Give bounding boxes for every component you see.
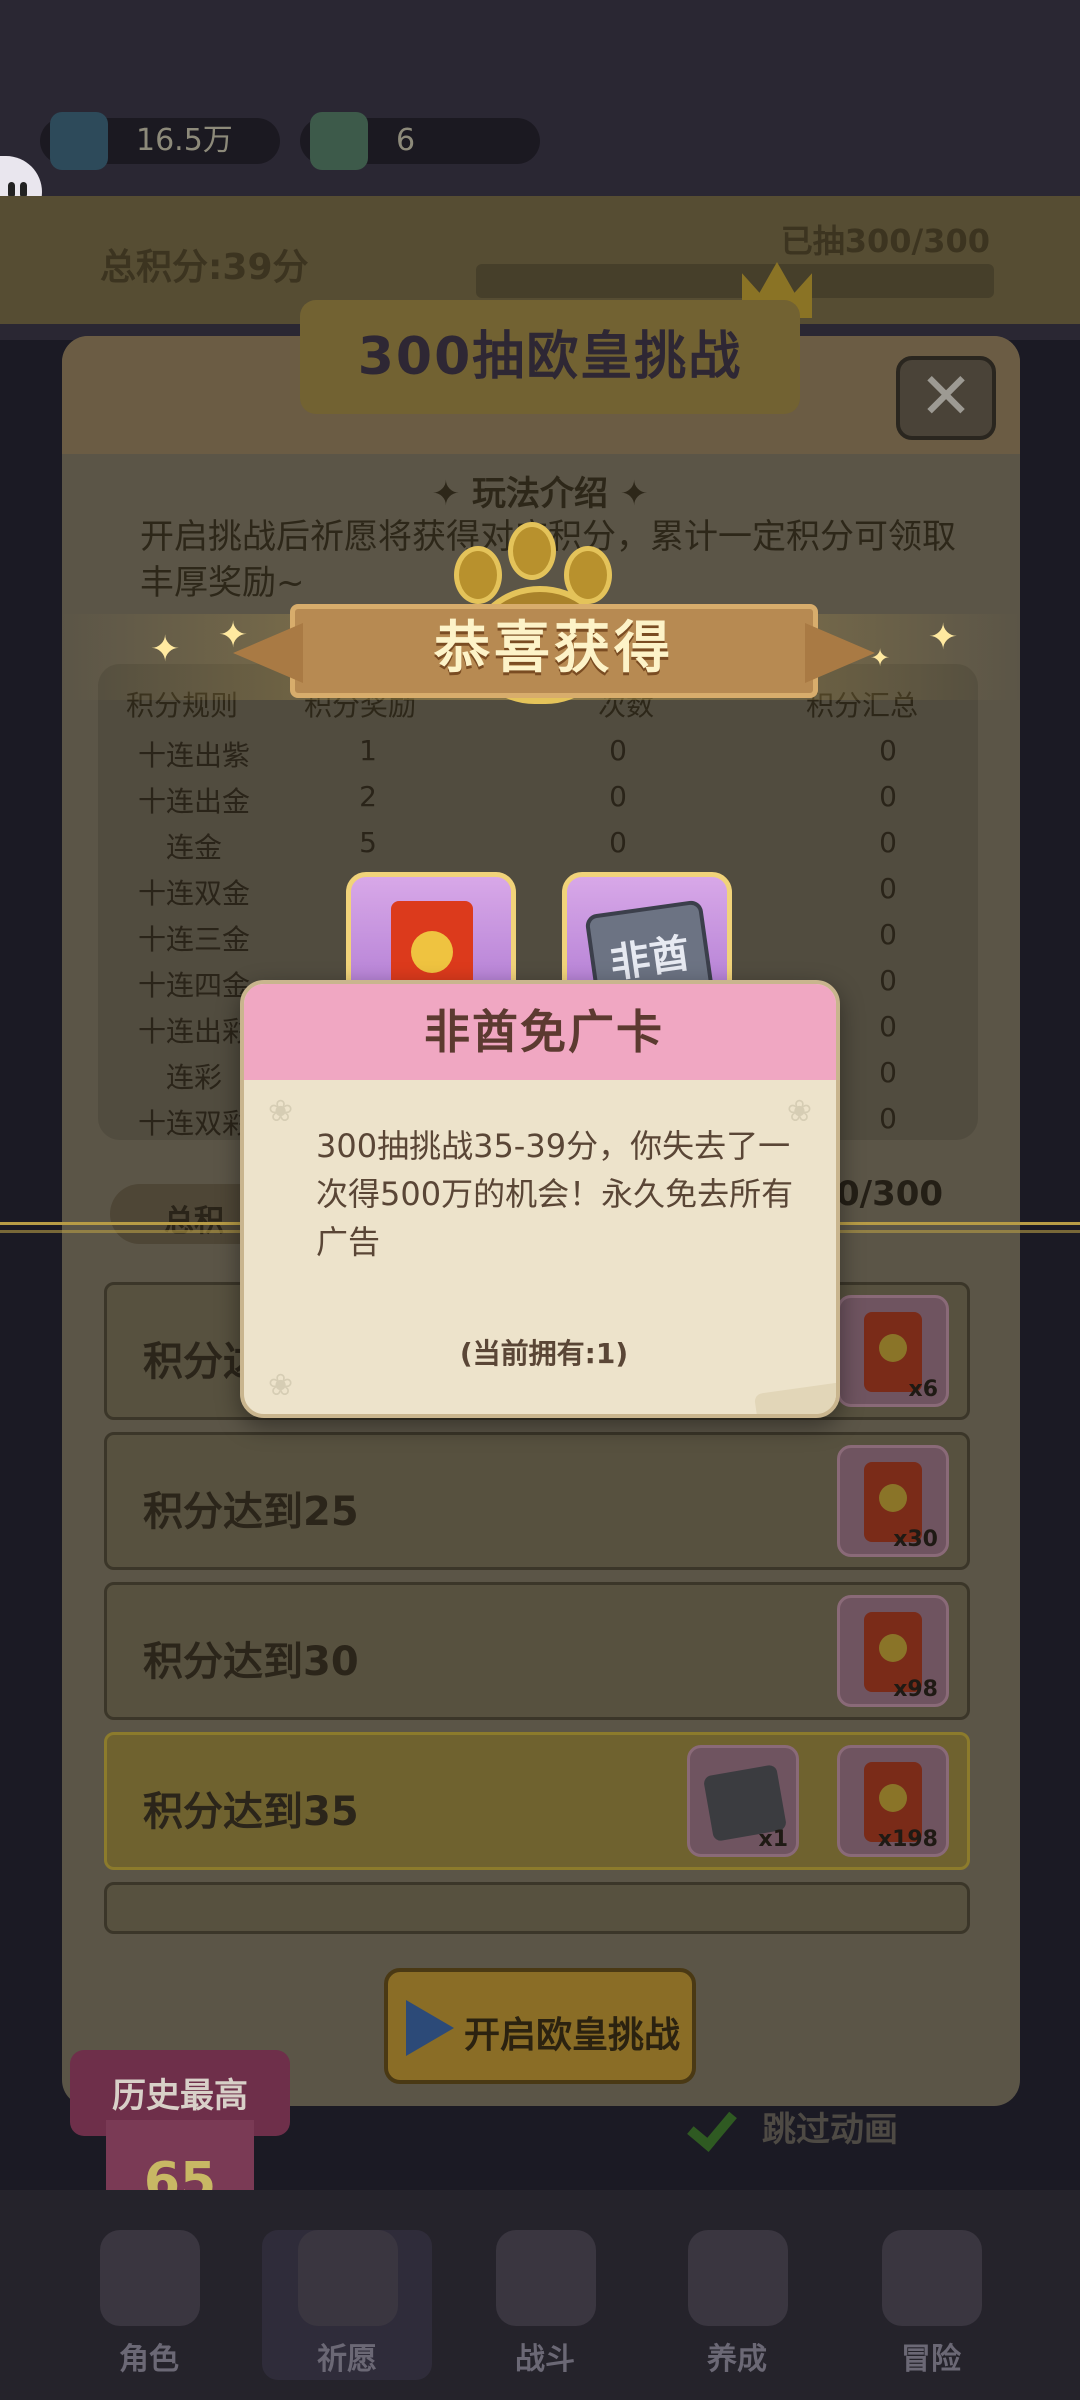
rule-count: 0 — [609, 780, 627, 813]
ticket-icon — [310, 112, 368, 170]
reward-row[interactable]: 积分达到35 x1 x198 — [104, 1732, 970, 1870]
red-envelope-icon[interactable]: x98 — [837, 1595, 949, 1707]
total-count: 0/300 — [836, 1174, 944, 1214]
rule-name: 连金 — [165, 831, 222, 864]
item-qty: x198 — [877, 1827, 938, 1852]
reward-label: 积分达到25 — [143, 1489, 359, 1535]
rule-points: 5 — [359, 826, 377, 859]
gem-value: 16.5万 — [136, 123, 233, 158]
red-envelope-icon[interactable]: x6 — [837, 1295, 949, 1407]
reward-row[interactable] — [104, 1882, 970, 1934]
table-row: 十连出紫 1 0 0 — [98, 730, 978, 776]
ticket-resource[interactable]: 6 — [300, 112, 540, 170]
rule-points: 2 — [359, 780, 377, 813]
tab-battle[interactable]: 战斗 — [460, 2230, 630, 2380]
sparkle-icon: ✦ — [870, 644, 891, 672]
red-envelope-icon[interactable]: x198 — [837, 1745, 949, 1857]
gem-resource[interactable]: 16.5万 — [40, 112, 280, 170]
red-envelope-icon — [391, 901, 473, 987]
rule-sum: 0 — [879, 826, 897, 859]
rule-name: 十连出金 — [137, 785, 250, 818]
reward-row[interactable]: 积分达到25 x30 — [104, 1432, 970, 1570]
page-curl — [753, 1381, 836, 1414]
bottom-nav: 角色 祈愿 战斗 养成 冒险 — [0, 2190, 1080, 2400]
checkmark-icon — [690, 2104, 740, 2148]
ad-free-card-icon: 非酋 — [584, 899, 716, 987]
item-qty: x1 — [758, 1827, 789, 1852]
growth-icon — [688, 2230, 788, 2326]
flourish-icon: ❀ — [268, 1094, 294, 1129]
congrats-title: 恭喜获得 — [434, 616, 674, 681]
item-detail-popup[interactable]: 非酋免广卡 ❀ ❀ ❀ 300抽挑战35-39分，你失去了一次得500万的机会！… — [240, 980, 840, 1418]
item-qty: x98 — [893, 1677, 938, 1702]
flourish-icon: ❀ — [268, 1368, 294, 1403]
gem-icon — [50, 112, 108, 170]
ticket-value: 6 — [396, 123, 416, 158]
tab-character[interactable]: 角色 — [64, 2230, 234, 2380]
skip-animation-label: 跳过动画 — [762, 2110, 898, 2150]
rule-sum: 0 — [879, 734, 897, 767]
rule-sum: 0 — [879, 918, 897, 951]
sparkle-icon: ✦ — [928, 617, 959, 658]
tab-label: 祈愿 — [317, 2342, 377, 2377]
battle-icon — [496, 2230, 596, 2326]
rule-name: 十连双金 — [137, 877, 250, 910]
rule-sum: 0 — [879, 1056, 897, 1089]
reward-row[interactable]: 积分达到30 x98 — [104, 1582, 970, 1720]
popup-description: 300抽挑战35-39分，你失去了一次得500万的机会！永久免去所有广告 — [316, 1127, 794, 1261]
rule-count: 0 — [609, 826, 627, 859]
item-qty: x30 — [893, 1527, 938, 1552]
rule-sum: 0 — [879, 1010, 897, 1043]
intro-title: ✦ 玩法介绍 ✦ — [431, 474, 649, 514]
table-row: 十连三金 0 — [98, 914, 978, 960]
rule-sum: 0 — [879, 964, 897, 997]
wish-icon — [298, 2230, 398, 2326]
tab-label: 战斗 — [515, 2342, 575, 2377]
rule-name: 十连出紫 — [137, 739, 250, 772]
reward-card-red-envelope[interactable] — [346, 872, 516, 992]
table-row: 十连出金 2 0 0 — [98, 776, 978, 822]
tab-growth[interactable]: 养成 — [652, 2230, 822, 2380]
popup-owned-count: (当前拥有:1) — [459, 1337, 629, 1370]
tab-adventure[interactable]: 冒险 — [846, 2230, 1016, 2380]
ad-free-card-icon[interactable]: x1 — [687, 1745, 799, 1857]
reward-label: 积分达到30 — [143, 1639, 359, 1685]
table-row: 连金 5 0 0 — [98, 822, 978, 868]
play-icon — [406, 2000, 454, 2056]
draw-progress-bar — [476, 264, 994, 298]
tab-label: 养成 — [707, 2342, 767, 2377]
challenge-title: 300抽欧皇挑战 — [300, 300, 800, 414]
rule-count: 0 — [609, 734, 627, 767]
sparkle-icon: ✦ — [150, 629, 181, 670]
sparkle-icon: ✦ — [218, 615, 249, 656]
table-row: 十连双金 0 — [98, 868, 978, 914]
red-envelope-icon[interactable]: x30 — [837, 1445, 949, 1557]
total-score: 总积分:39分 — [100, 247, 309, 288]
tab-wish[interactable]: 祈愿 — [262, 2230, 432, 2380]
reward-card-ad-free[interactable]: 非酋 — [562, 872, 732, 992]
start-challenge-label: 开启欧皇挑战 — [464, 2015, 681, 2056]
rule-sum: 0 — [879, 1102, 897, 1135]
popup-title: 非酋免广卡 — [424, 1005, 664, 1059]
tab-label: 冒险 — [901, 2342, 961, 2377]
history-best-label: 历史最高 — [112, 2076, 248, 2116]
rule-points: 1 — [359, 734, 377, 767]
reward-label: 积分达到35 — [143, 1789, 359, 1835]
character-icon — [100, 2230, 200, 2326]
rule-sum: 0 — [879, 780, 897, 813]
adventure-icon — [882, 2230, 982, 2326]
close-button[interactable]: ✕ — [896, 356, 996, 440]
rule-name: 十连三金 — [137, 923, 250, 956]
tab-label: 角色 — [119, 2342, 179, 2377]
start-challenge-button[interactable]: 开启欧皇挑战 — [384, 1968, 696, 2084]
total-score-label: 总积 — [164, 1204, 224, 1239]
rule-sum: 0 — [879, 872, 897, 905]
draw-count: 已抽300/300 — [780, 222, 990, 260]
item-qty: x6 — [908, 1377, 939, 1402]
